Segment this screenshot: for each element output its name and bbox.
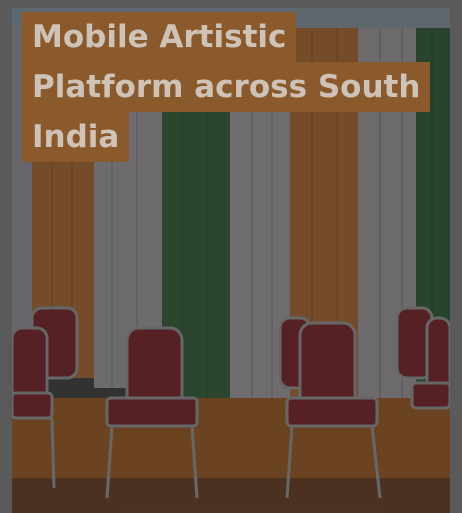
title-line-1: Mobile Artistic [22, 12, 297, 62]
title-line-3: India [22, 112, 130, 162]
post-title[interactable]: Mobile Artistic Platform across South In… [22, 12, 431, 162]
title-line-2: Platform across South [22, 62, 431, 112]
post-card[interactable]: Mobile Artistic Platform across South In… [12, 8, 450, 513]
